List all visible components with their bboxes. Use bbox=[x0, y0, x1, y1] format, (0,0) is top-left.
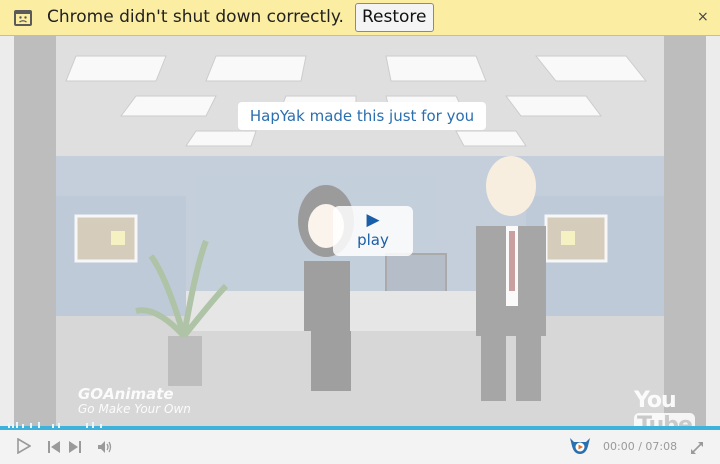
video-player: HapYak made this just for you ▶ play GOA… bbox=[0, 36, 720, 464]
play-overlay-button[interactable]: ▶ play bbox=[333, 206, 413, 256]
previous-icon[interactable] bbox=[47, 439, 61, 458]
youtube-logo[interactable]: YouTube bbox=[634, 388, 706, 428]
play-overlay-icon: ▶ bbox=[366, 210, 380, 230]
time-display: 00:00 / 07:08 bbox=[603, 440, 677, 453]
duration: 07:08 bbox=[645, 440, 678, 453]
current-time: 00:00 bbox=[603, 440, 635, 453]
infobar-message: Chrome didn't shut down correctly. bbox=[47, 7, 344, 27]
fullscreen-icon[interactable] bbox=[690, 440, 704, 459]
letterbox-right bbox=[664, 36, 706, 428]
hapyak-logo-icon[interactable] bbox=[568, 436, 592, 460]
time-separator: / bbox=[638, 440, 642, 453]
goanimate-tagline: Go Make Your Own bbox=[78, 402, 191, 416]
next-icon[interactable] bbox=[68, 439, 82, 458]
control-bar: 00:00 / 07:08 bbox=[0, 430, 720, 464]
restore-button[interactable]: Restore bbox=[355, 3, 434, 32]
play-icon[interactable] bbox=[17, 437, 32, 458]
video-frame[interactable]: HapYak made this just for you ▶ play GOA… bbox=[14, 36, 706, 428]
youtube-logo-you: You bbox=[634, 388, 677, 413]
goanimate-watermark: GOAnimate Go Make Your Own bbox=[78, 386, 191, 416]
goanimate-brand: GOAnimate bbox=[78, 385, 174, 403]
crashed-window-icon bbox=[13, 9, 33, 27]
hapyak-banner[interactable]: HapYak made this just for you bbox=[238, 102, 486, 130]
letterbox-left bbox=[14, 36, 56, 428]
volume-icon[interactable] bbox=[97, 439, 113, 458]
audio-waveform bbox=[8, 422, 102, 428]
close-icon[interactable]: × bbox=[697, 9, 709, 25]
play-overlay-label: play bbox=[357, 231, 389, 249]
crash-infobar: Chrome didn't shut down correctly. Resto… bbox=[0, 0, 720, 36]
